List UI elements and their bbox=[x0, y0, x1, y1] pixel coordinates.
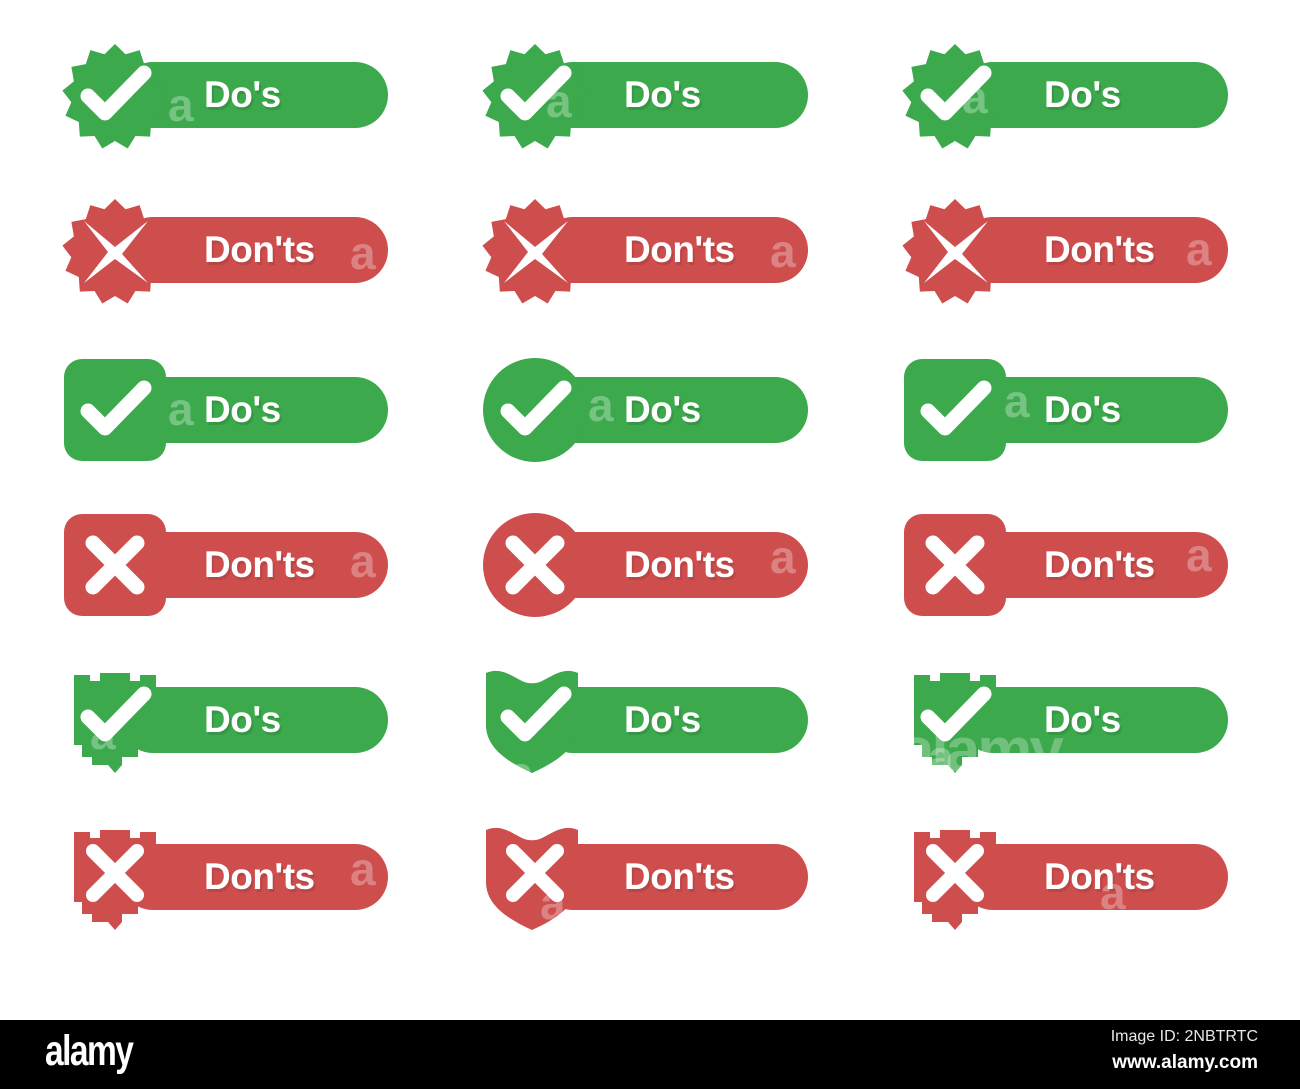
notched-shield-cross-icon bbox=[60, 822, 170, 932]
dos-badge[interactable]: Do's bbox=[900, 40, 1230, 150]
starburst-check-icon bbox=[900, 40, 1010, 150]
shield-check-icon bbox=[480, 665, 590, 775]
icon-set-canvas: Do's Do's Do's Don'ts Don'ts Don'ts Do's Do's Do… bbox=[0, 0, 1300, 1020]
alamy-website-text: www.alamy.com bbox=[1112, 1052, 1258, 1073]
starburst-cross-icon bbox=[480, 195, 590, 305]
dos-badge[interactable]: Do's bbox=[60, 355, 390, 465]
notched-shield-cross-icon bbox=[900, 822, 1010, 932]
donts-badge[interactable]: Don'ts bbox=[480, 510, 810, 620]
alamy-footer-bar: alamy Image ID: 2NBTRTC www.alamy.com bbox=[0, 1020, 1300, 1089]
rounded-square-cross-icon bbox=[900, 510, 1010, 620]
badge-label: Don'ts bbox=[624, 544, 735, 585]
rounded-square-check-icon bbox=[900, 355, 1010, 465]
badge-label: Do's bbox=[1044, 74, 1121, 115]
donts-badge[interactable]: Don'ts bbox=[900, 510, 1230, 620]
shield-cross-icon bbox=[480, 822, 590, 932]
rounded-square-check-icon bbox=[60, 355, 170, 465]
badge-label: Do's bbox=[204, 74, 281, 115]
donts-badge[interactable]: Don'ts bbox=[60, 822, 390, 932]
badge-label: Don'ts bbox=[1044, 856, 1155, 897]
donts-badge[interactable]: Don'ts bbox=[900, 822, 1230, 932]
donts-badge[interactable]: Don'ts bbox=[480, 195, 810, 305]
starburst-check-icon bbox=[480, 40, 590, 150]
circle-check-icon bbox=[480, 355, 590, 465]
badge-label: Do's bbox=[624, 389, 701, 430]
donts-badge[interactable]: Don'ts bbox=[900, 195, 1230, 305]
badge-label: Don'ts bbox=[204, 229, 315, 270]
badge-label: Don'ts bbox=[204, 856, 315, 897]
alamy-logo: alamy bbox=[45, 1027, 134, 1075]
badge-label: Do's bbox=[1044, 699, 1121, 740]
dos-badge[interactable]: Do's bbox=[480, 665, 810, 775]
dos-badge[interactable]: Do's bbox=[480, 355, 810, 465]
dos-badge[interactable]: Do's bbox=[60, 665, 390, 775]
image-id-text: Image ID: 2NBTRTC bbox=[1110, 1028, 1258, 1045]
donts-badge[interactable]: Don'ts bbox=[60, 195, 390, 305]
donts-badge[interactable]: Don'ts bbox=[480, 822, 810, 932]
notched-shield-check-icon bbox=[60, 665, 170, 775]
starburst-cross-icon bbox=[900, 195, 1010, 305]
rounded-square-cross-icon bbox=[60, 510, 170, 620]
dos-badge[interactable]: Do's bbox=[900, 665, 1230, 775]
starburst-cross-icon bbox=[60, 195, 170, 305]
badge-label: Do's bbox=[204, 389, 281, 430]
badge-label: Don'ts bbox=[1044, 229, 1155, 270]
notched-shield-check-icon bbox=[900, 665, 1010, 775]
badge-label: Do's bbox=[1044, 389, 1121, 430]
dos-badge[interactable]: Do's bbox=[480, 40, 810, 150]
badge-label: Don'ts bbox=[624, 856, 735, 897]
badge-label: Don'ts bbox=[1044, 544, 1155, 585]
badge-label: Don'ts bbox=[624, 229, 735, 270]
dos-badge[interactable]: Do's bbox=[900, 355, 1230, 465]
badge-label: Don'ts bbox=[204, 544, 315, 585]
dos-badge[interactable]: Do's bbox=[60, 40, 390, 150]
donts-badge[interactable]: Don'ts bbox=[60, 510, 390, 620]
badge-label: Do's bbox=[204, 699, 281, 740]
starburst-check-icon bbox=[60, 40, 170, 150]
badge-label: Do's bbox=[624, 699, 701, 740]
badge-label: Do's bbox=[624, 74, 701, 115]
circle-cross-icon bbox=[480, 510, 590, 620]
